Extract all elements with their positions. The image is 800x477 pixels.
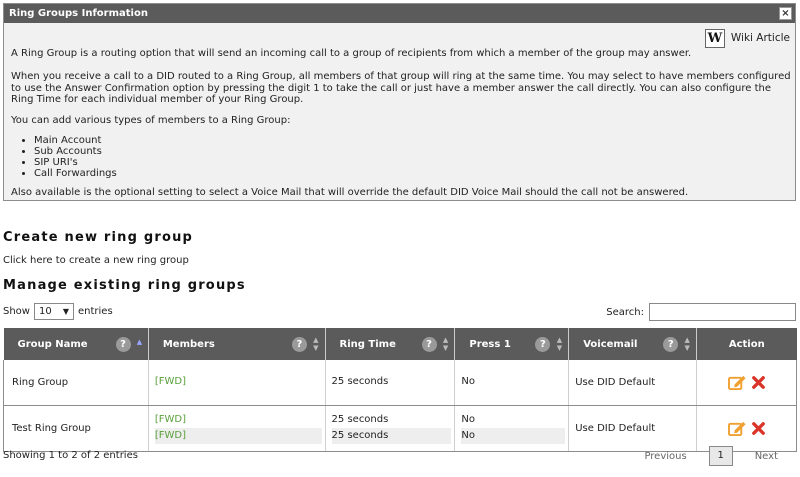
sort-both-icon: ▲ ▼ — [442, 336, 449, 352]
info-panel: Ring Groups Information × W Wiki Article… — [3, 3, 796, 201]
voicemail-cell: Use DID Default — [568, 360, 698, 406]
column-header-press1[interactable]: Press 1 ? ▲ ▼ — [454, 328, 570, 360]
ring-groups-table: Group Name ? ▲ Members ? ▲ ▼ Ring Time ? … — [3, 328, 797, 452]
pagination: Previous 1 Next — [634, 446, 788, 466]
press1-cell: No — [454, 360, 570, 406]
column-header-ring-time[interactable]: Ring Time ? ▲ ▼ — [325, 328, 456, 360]
create-section-heading: Create new ring group — [3, 230, 194, 245]
ring-time-cell: 25 seconds — [325, 360, 456, 406]
info-paragraph: You can add various types of members to … — [11, 115, 291, 126]
previous-page-button[interactable]: Previous — [634, 451, 696, 462]
ring-time-value: 25 seconds — [331, 428, 452, 444]
close-icon[interactable]: × — [779, 7, 792, 20]
entries-label: entries — [77, 306, 113, 317]
manage-section-heading: Manage existing ring groups — [3, 278, 246, 293]
help-icon[interactable]: ? — [535, 337, 551, 352]
page-length-select[interactable]: 10 ▼ — [33, 303, 74, 320]
wiki-article-link[interactable]: W Wiki Article — [704, 28, 790, 48]
column-header-group-name[interactable]: Group Name ? ▲ — [3, 328, 149, 360]
info-paragraph: A Ring Group is a routing option that wi… — [11, 48, 692, 59]
help-icon[interactable]: ? — [291, 337, 307, 352]
column-header-voicemail[interactable]: Voicemail ? ▲ ▼ — [568, 328, 698, 360]
search-label: Search: — [606, 306, 644, 318]
ring-time-value: 25 seconds — [331, 414, 389, 425]
wikipedia-icon: W — [704, 28, 725, 48]
ring-time-cell: 25 seconds 25 seconds — [325, 405, 456, 452]
list-item: Call Forwardings — [34, 168, 117, 179]
show-label: Show — [3, 306, 30, 317]
press1-value: No — [461, 376, 475, 388]
delete-icon[interactable] — [751, 375, 766, 390]
info-panel-title: Ring Groups Information — [9, 8, 148, 19]
members-cell: [FWD] — [148, 360, 326, 406]
press1-value: No — [461, 428, 566, 444]
column-header-action: Action — [696, 328, 797, 360]
delete-icon[interactable] — [751, 421, 766, 436]
info-panel-header: Ring Groups Information × — [4, 4, 795, 23]
sort-both-icon: ▲ ▼ — [684, 336, 690, 352]
list-item: Sub Accounts — [34, 146, 117, 157]
table-header-row: Group Name ? ▲ Members ? ▲ ▼ Ring Time ? … — [3, 328, 797, 360]
voicemail-cell: Use DID Default — [568, 405, 698, 452]
sort-asc-icon: ▲ — [136, 338, 143, 346]
group-name-cell: Test Ring Group — [3, 405, 149, 452]
member-link[interactable]: [FWD] — [155, 430, 186, 441]
press1-value: No — [461, 414, 475, 425]
ring-time-value: 25 seconds — [331, 376, 389, 388]
info-paragraph: Also available is the optional setting t… — [11, 187, 689, 198]
create-ring-group-link[interactable]: Click here to create a new ring group — [3, 255, 189, 266]
wiki-article-label[interactable]: Wiki Article — [731, 32, 790, 44]
edit-icon[interactable] — [727, 374, 747, 391]
dropdown-arrow-icon: ▼ — [62, 307, 69, 316]
next-page-button[interactable]: Next — [745, 451, 788, 462]
info-paragraph: When you receive a call to a DID routed … — [11, 71, 791, 105]
group-name-cell: Ring Group — [3, 360, 149, 406]
sort-both-icon: ▲ ▼ — [313, 336, 319, 352]
members-cell: [FWD] [FWD] — [148, 405, 326, 452]
member-link[interactable]: [FWD] — [155, 414, 186, 425]
help-icon[interactable]: ? — [115, 337, 131, 352]
search-control: Search: — [606, 303, 796, 321]
page-1-button[interactable]: 1 — [708, 446, 733, 466]
action-cell — [696, 405, 797, 452]
list-item: Main Account — [34, 135, 117, 146]
page-length-value: 10 — [38, 306, 52, 317]
sort-both-icon: ▲ ▼ — [556, 336, 563, 352]
list-item: SIP URI's — [34, 157, 117, 168]
edit-icon[interactable] — [727, 420, 747, 437]
table-info: Showing 1 to 2 of 2 entries — [3, 450, 138, 461]
search-input[interactable] — [649, 303, 796, 321]
member-types-list: Main Account Sub Accounts SIP URI's Call… — [32, 135, 117, 179]
table-row: Ring Group [FWD] 25 seconds No Use DID D… — [3, 360, 797, 406]
help-icon[interactable]: ? — [421, 337, 437, 352]
help-icon[interactable]: ? — [663, 337, 679, 352]
table-row: Test Ring Group [FWD] [FWD] 25 seconds 2… — [3, 405, 797, 452]
page-length-control: Show 10 ▼ entries — [3, 303, 113, 320]
member-link[interactable]: [FWD] — [155, 376, 186, 387]
column-header-members[interactable]: Members ? ▲ ▼ — [148, 328, 326, 360]
action-cell — [696, 360, 797, 406]
press1-cell: No No — [454, 405, 570, 452]
